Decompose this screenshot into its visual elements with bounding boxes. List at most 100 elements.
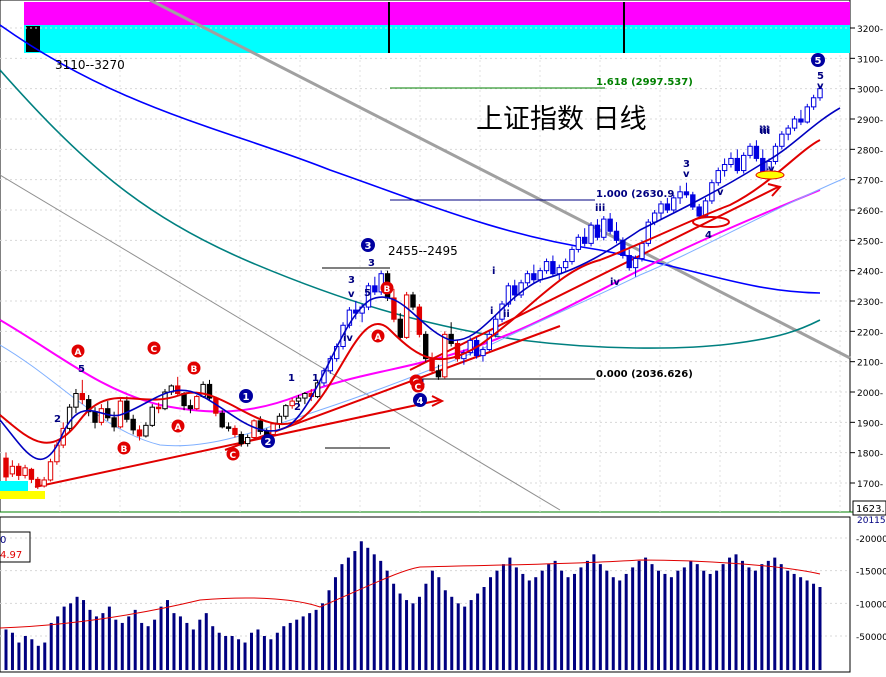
chart-title: 上证指数 日线 bbox=[476, 104, 647, 135]
axis-tick-label: 1800- bbox=[857, 450, 883, 460]
volume-bar bbox=[424, 583, 428, 670]
candle-body bbox=[740, 154, 747, 172]
volume-bar bbox=[656, 570, 660, 670]
volume-bar bbox=[650, 564, 654, 670]
candle-body bbox=[588, 224, 594, 244]
volume-bar bbox=[573, 573, 577, 670]
volume-bar bbox=[23, 636, 27, 670]
wave-label-red: C bbox=[415, 383, 422, 393]
axis-tick-label: 3100- bbox=[857, 55, 883, 65]
candle-body bbox=[785, 127, 791, 135]
candle-body bbox=[651, 212, 658, 223]
wave-label-red: A bbox=[375, 333, 382, 343]
candle-body bbox=[677, 191, 683, 199]
axis-tick-label: 3000- bbox=[857, 86, 883, 96]
volume-bar bbox=[198, 619, 202, 670]
current-price-tag: 1623. bbox=[856, 504, 885, 515]
volume-bar bbox=[288, 622, 292, 670]
axis-tick-label: 2600- bbox=[857, 207, 883, 217]
volume-bar bbox=[411, 603, 415, 670]
candle-body bbox=[16, 465, 22, 476]
volume-bar bbox=[340, 564, 344, 670]
wave-label: i bbox=[492, 266, 495, 277]
wave-label-red: A bbox=[75, 348, 82, 358]
volume-bar bbox=[308, 613, 312, 670]
volume-bar bbox=[618, 580, 622, 670]
volume-bar bbox=[631, 567, 635, 670]
volume-bar bbox=[398, 593, 402, 670]
volume-bar bbox=[140, 622, 144, 670]
candle-body bbox=[155, 406, 162, 410]
candle-body bbox=[715, 170, 721, 184]
volume-bar bbox=[127, 616, 131, 670]
marker-cyan bbox=[0, 481, 28, 491]
volume-bar bbox=[249, 632, 253, 670]
candle-body bbox=[607, 218, 613, 232]
volume-bar bbox=[786, 570, 790, 670]
wave-label: 2 bbox=[294, 402, 301, 413]
wave-label: v bbox=[817, 81, 824, 92]
wave-label-blue: 5 bbox=[815, 56, 822, 67]
volume-bar bbox=[405, 600, 409, 670]
volume-bar bbox=[495, 570, 499, 670]
volume-bar bbox=[346, 557, 350, 670]
header-bar-cyan bbox=[24, 25, 850, 53]
candle-body bbox=[28, 468, 35, 480]
candle-body bbox=[804, 106, 810, 123]
candle-body bbox=[810, 97, 817, 108]
volume-bar bbox=[734, 554, 738, 670]
legend-fragment-2: 4.97 bbox=[0, 550, 22, 561]
candle-body bbox=[111, 417, 117, 428]
wave-label-red: C bbox=[230, 451, 237, 461]
candle-body bbox=[276, 415, 283, 425]
volume-bar bbox=[321, 603, 325, 670]
volume-bar bbox=[88, 609, 92, 670]
volume-bar bbox=[740, 560, 744, 670]
volume-bar bbox=[314, 609, 318, 670]
wave-label-blue: 1 bbox=[243, 392, 250, 403]
axis-tick-label: 1700- bbox=[857, 480, 883, 490]
candle-body bbox=[798, 118, 804, 123]
volume-bar bbox=[579, 567, 583, 670]
volume-bar bbox=[133, 609, 137, 670]
volume-bar bbox=[489, 577, 493, 670]
wave-label: 1 bbox=[312, 373, 319, 384]
volume-bar bbox=[379, 560, 383, 670]
volume-bar bbox=[760, 564, 764, 670]
volume-bar bbox=[728, 557, 732, 670]
wave-label-red: B bbox=[121, 445, 128, 455]
volume-bar bbox=[779, 564, 783, 670]
volume-bar bbox=[747, 567, 751, 670]
candle-body bbox=[480, 349, 486, 357]
wave-label: 2 bbox=[54, 414, 61, 425]
volume-bar bbox=[4, 629, 8, 670]
wave-label: 3 bbox=[368, 258, 375, 269]
volume-bar bbox=[36, 645, 40, 670]
candle-body bbox=[429, 358, 435, 372]
candle-body bbox=[9, 465, 16, 475]
volume-bar bbox=[282, 626, 286, 670]
axis-tick-label: 2300- bbox=[857, 298, 883, 308]
axis-tick-label: 1900- bbox=[857, 419, 883, 429]
volume-bar bbox=[94, 616, 98, 670]
volume-bar bbox=[669, 577, 673, 670]
volume-bar bbox=[153, 619, 157, 670]
axis-tick-label: 2000- bbox=[857, 389, 883, 399]
volume-bar bbox=[301, 616, 305, 670]
candle-body bbox=[524, 273, 531, 284]
candle-body bbox=[232, 427, 238, 435]
volume-bar bbox=[521, 573, 525, 670]
volume-bar bbox=[456, 603, 460, 670]
fib-label-0000: 0.000 (2036.626) bbox=[596, 369, 693, 380]
volume-bar bbox=[695, 564, 699, 670]
volume-bar bbox=[702, 570, 706, 670]
candle-body bbox=[143, 424, 149, 437]
volume-bar bbox=[392, 583, 396, 670]
volume-bar bbox=[385, 570, 389, 670]
volume-bar bbox=[773, 557, 777, 670]
range-note-left: 3110--3270 bbox=[55, 58, 125, 72]
volume-bar bbox=[204, 613, 208, 670]
volume-bar bbox=[585, 560, 589, 670]
volume-bar bbox=[159, 606, 163, 670]
header-bar-magenta bbox=[24, 2, 850, 25]
